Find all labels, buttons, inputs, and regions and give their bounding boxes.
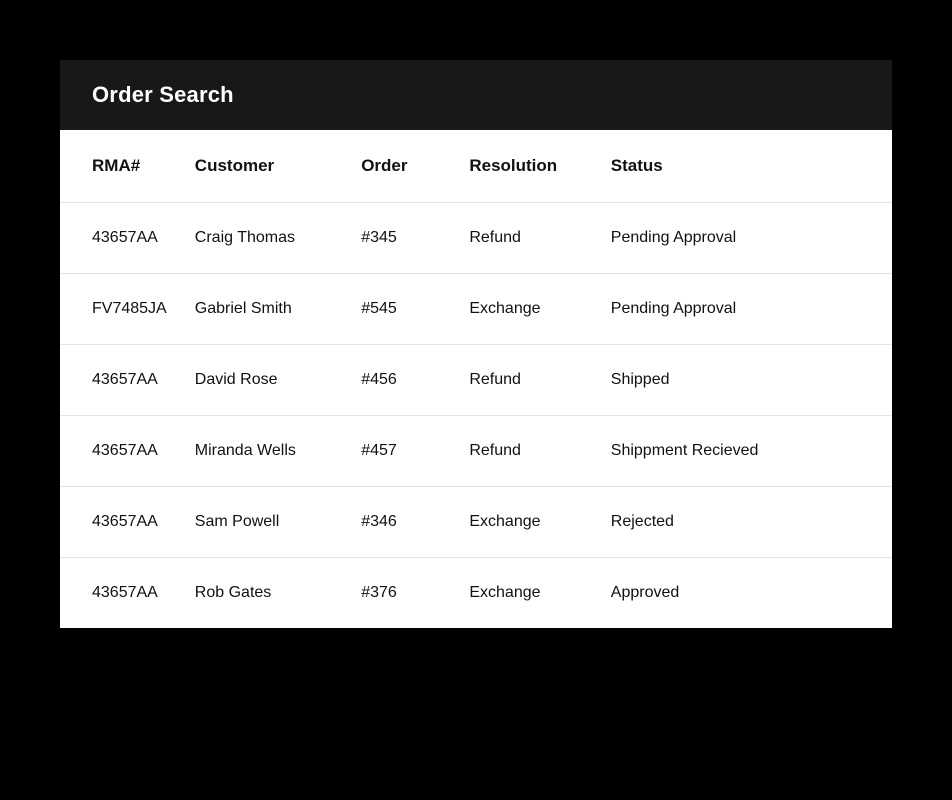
cell-order: #345 xyxy=(351,203,459,274)
table-row[interactable]: 43657AA Rob Gates #376 Exchange Approved xyxy=(60,558,892,629)
cell-rma: FV7485JA xyxy=(60,274,185,345)
cell-resolution: Refund xyxy=(459,416,600,487)
cell-status: Shippment Recieved xyxy=(601,416,892,487)
cell-resolution: Exchange xyxy=(459,487,600,558)
panel-header: Order Search xyxy=(60,60,892,130)
table-row[interactable]: 43657AA David Rose #456 Refund Shipped xyxy=(60,345,892,416)
cell-resolution: Refund xyxy=(459,203,600,274)
cell-customer: Craig Thomas xyxy=(185,203,351,274)
col-status-header: Status xyxy=(601,130,892,203)
col-rma-header: RMA# xyxy=(60,130,185,203)
col-resolution-header: Resolution xyxy=(459,130,600,203)
cell-rma: 43657AA xyxy=(60,203,185,274)
cell-status: Pending Approval xyxy=(601,274,892,345)
cell-order: #456 xyxy=(351,345,459,416)
cell-customer: Sam Powell xyxy=(185,487,351,558)
table-row[interactable]: FV7485JA Gabriel Smith #545 Exchange Pen… xyxy=(60,274,892,345)
cell-order: #457 xyxy=(351,416,459,487)
cell-status: Pending Approval xyxy=(601,203,892,274)
cell-customer: Rob Gates xyxy=(185,558,351,629)
cell-resolution: Refund xyxy=(459,345,600,416)
cell-rma: 43657AA xyxy=(60,416,185,487)
table-row[interactable]: 43657AA Sam Powell #346 Exchange Rejecte… xyxy=(60,487,892,558)
cell-resolution: Exchange xyxy=(459,558,600,629)
cell-rma: 43657AA xyxy=(60,487,185,558)
cell-customer: David Rose xyxy=(185,345,351,416)
table-row[interactable]: 43657AA Craig Thomas #345 Refund Pending… xyxy=(60,203,892,274)
orders-table: RMA# Customer Order Resolution Status 43… xyxy=(60,130,892,628)
cell-customer: Gabriel Smith xyxy=(185,274,351,345)
cell-customer: Miranda Wells xyxy=(185,416,351,487)
cell-status: Shipped xyxy=(601,345,892,416)
cell-order: #346 xyxy=(351,487,459,558)
cell-rma: 43657AA xyxy=(60,345,185,416)
col-customer-header: Customer xyxy=(185,130,351,203)
cell-status: Approved xyxy=(601,558,892,629)
cell-order: #376 xyxy=(351,558,459,629)
cell-rma: 43657AA xyxy=(60,558,185,629)
table-row[interactable]: 43657AA Miranda Wells #457 Refund Shippm… xyxy=(60,416,892,487)
cell-order: #545 xyxy=(351,274,459,345)
col-order-header: Order xyxy=(351,130,459,203)
panel-title: Order Search xyxy=(92,82,860,108)
cell-status: Rejected xyxy=(601,487,892,558)
order-search-panel: Order Search RMA# Customer Order Resolut… xyxy=(60,60,892,628)
cell-resolution: Exchange xyxy=(459,274,600,345)
table-header-row: RMA# Customer Order Resolution Status xyxy=(60,130,892,203)
